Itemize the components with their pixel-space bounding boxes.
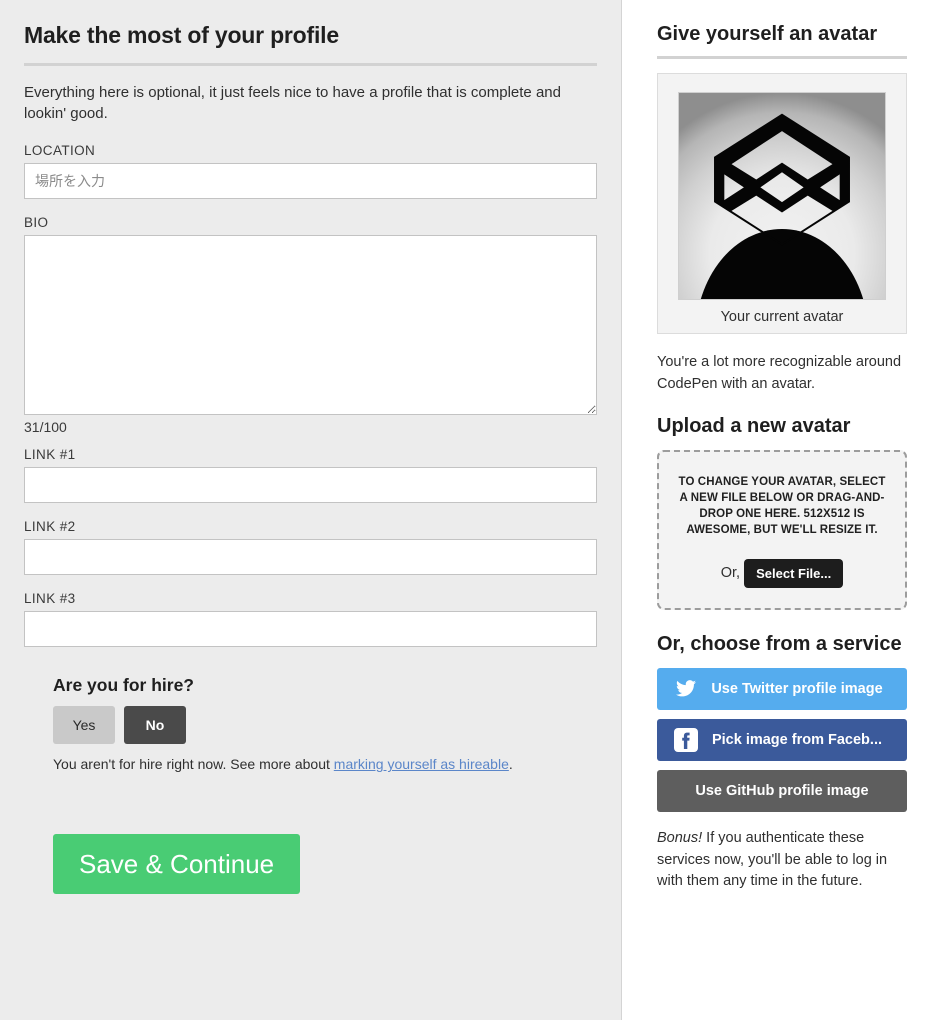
recognizable-text: You're a lot more recognizable around Co… xyxy=(657,354,902,392)
bio-label: BIO xyxy=(24,215,49,231)
location-input[interactable] xyxy=(24,163,597,200)
twitter-icon xyxy=(671,677,701,701)
pick-facebook-image-button[interactable]: Pick image from Faceb... xyxy=(657,718,907,761)
save-and-continue-button[interactable]: Save & Continue xyxy=(53,834,301,895)
link3-label: LINK #3 xyxy=(24,591,76,607)
for-hire-section: Are you for hire? Yes No You aren't for … xyxy=(24,675,597,772)
dropzone-instructions: TO CHANGE YOUR AVATAR, SELECT A NEW FILE… xyxy=(678,475,886,537)
bio-textarea[interactable] xyxy=(24,235,597,416)
link1-label: LINK #1 xyxy=(24,447,76,463)
avatar-section-title: Give yourself an avatar xyxy=(657,23,878,45)
for-hire-title: Are you for hire? xyxy=(53,675,194,696)
avatar-title-divider xyxy=(657,56,907,59)
bio-character-counter: 31/100 xyxy=(24,419,67,436)
profile-form-panel: Make the most of your profile Everything… xyxy=(0,0,622,1020)
github-button-label: Use GitHub profile image xyxy=(695,782,869,799)
service-button-list: Use Twitter profile image Pick image fro… xyxy=(657,667,907,812)
bonus-note: Bonus! If you authenticate these service… xyxy=(657,828,907,893)
intro-text: Everything here is optional, it just fee… xyxy=(24,83,561,123)
or-label: Or, xyxy=(720,565,741,582)
link3-input[interactable] xyxy=(24,611,597,648)
for-hire-no-button[interactable]: No xyxy=(124,706,186,745)
title-divider xyxy=(24,62,597,66)
avatar-panel: Give yourself an avatar Your current ava… xyxy=(622,0,945,1020)
current-avatar-card: Your current avatar xyxy=(657,73,907,334)
for-hire-note: You aren't for hire right now. See more … xyxy=(53,756,597,772)
avatar-image xyxy=(678,92,886,300)
link2-input[interactable] xyxy=(24,539,597,576)
avatar-caption: Your current avatar xyxy=(720,309,844,325)
upload-section-title: Upload a new avatar xyxy=(657,414,851,437)
services-section-title: Or, choose from a service xyxy=(657,632,902,655)
hireable-link[interactable]: marking yourself as hireable xyxy=(334,756,509,772)
bonus-prefix: Bonus! xyxy=(657,829,703,846)
link2-label: LINK #2 xyxy=(24,519,76,535)
location-label: LOCATION xyxy=(24,143,96,159)
for-hire-yes-button[interactable]: Yes xyxy=(53,706,115,745)
twitter-button-label: Use Twitter profile image xyxy=(711,680,883,697)
facebook-icon xyxy=(671,727,701,752)
use-github-image-button[interactable]: Use GitHub profile image xyxy=(657,769,907,812)
avatar-dropzone[interactable]: TO CHANGE YOUR AVATAR, SELECT A NEW FILE… xyxy=(657,449,907,610)
select-file-button[interactable]: Select File... xyxy=(744,558,844,588)
facebook-button-label: Pick image from Faceb... xyxy=(711,731,883,748)
for-hire-note-period: . xyxy=(508,756,513,773)
for-hire-toggle-group: Yes No xyxy=(53,706,597,745)
for-hire-note-text: You aren't for hire right now. See more … xyxy=(53,756,334,773)
use-twitter-image-button[interactable]: Use Twitter profile image xyxy=(657,667,907,710)
dropzone-or-row: Or, Select File... xyxy=(673,558,891,588)
profile-setup-page: Make the most of your profile Everything… xyxy=(0,0,945,1020)
page-title: Make the most of your profile xyxy=(24,22,339,48)
link1-input[interactable] xyxy=(24,467,597,504)
